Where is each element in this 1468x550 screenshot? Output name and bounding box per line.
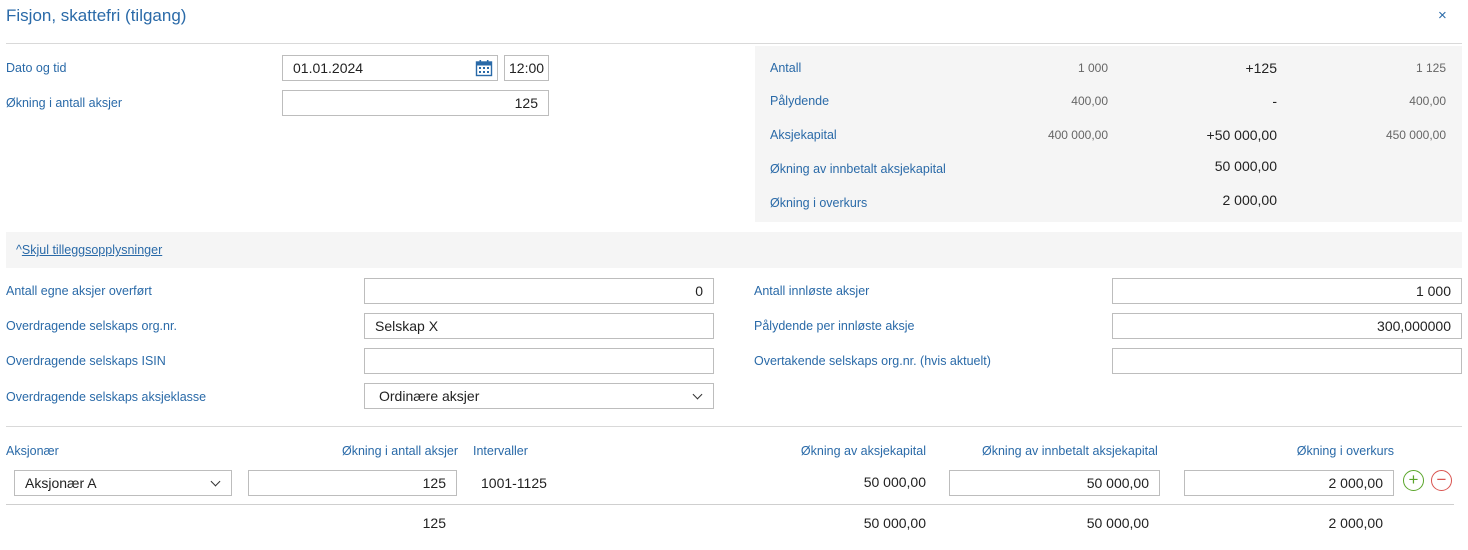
add-row-icon[interactable]: + (1403, 470, 1424, 491)
totals-divider (6, 504, 1454, 505)
summary-panel: Antall 1 000 +125 1 125 Pålydende 400,00… (755, 46, 1462, 222)
header-divider (6, 43, 1462, 44)
own-shares-label: Antall egne aksjer overført (6, 284, 152, 298)
total-increase-paid-capital: 50 000,00 (1086, 515, 1149, 531)
section-divider (6, 426, 1462, 427)
summary-label-premium: Økning i overkurs (770, 196, 868, 210)
toggle-label: Skjul tilleggsopplysninger (21, 243, 163, 257)
org-nr-input[interactable]: Selskap X (364, 313, 714, 339)
redeemed-label: Antall innløste aksjer (754, 284, 870, 298)
date-value: 01.01.2024 (293, 60, 364, 76)
isin-label: Overdragende selskaps ISIN (6, 354, 166, 368)
col-header-increase-paid-capital: Økning av innbetalt aksjekapital (982, 444, 1158, 458)
summary-after-palydende: 400,00 (1409, 94, 1446, 108)
col-header-shareholder: Aksjonær (6, 444, 59, 458)
col-header-increase-premium: Økning i overkurs (1296, 444, 1394, 458)
total-increase-premium: 2 000,00 (1328, 515, 1384, 531)
row-increase-paid-capital-input[interactable]: 50 000,00 (949, 470, 1160, 496)
acquiring-org-label: Overtakende selskaps org.nr. (hvis aktue… (754, 354, 991, 368)
summary-label-aksjekapital: Aksjekapital (770, 128, 837, 142)
dialog-title: Fisjon, skattefri (tilgang) (6, 6, 187, 25)
acquiring-org-input[interactable] (1112, 348, 1462, 374)
time-input[interactable]: 12:00 (504, 55, 549, 81)
row-increase-premium-input[interactable]: 2 000,00 (1184, 470, 1394, 496)
summary-after-antall: 1 125 (1415, 61, 1446, 75)
close-icon[interactable]: × (1438, 7, 1447, 24)
par-redeemed-input[interactable]: 300,000000 (1112, 313, 1462, 339)
remove-row-icon[interactable]: − (1431, 470, 1452, 491)
col-header-increase-capital: Økning av aksjekapital (800, 444, 926, 458)
summary-label-palydende: Pålydende (770, 94, 830, 108)
summary-before-aksjekapital: 400 000,00 (1047, 128, 1108, 142)
redeemed-input[interactable]: 1 000 (1112, 278, 1462, 304)
increase-shares-label: Økning i antall aksjer (6, 96, 123, 110)
summary-change-aksjekapital: +50 000,00 (1206, 127, 1277, 143)
row-increase-shares-input[interactable]: 125 (248, 470, 457, 496)
calendar-icon[interactable] (475, 59, 493, 77)
own-shares-input[interactable]: 0 (364, 278, 714, 304)
summary-after-aksjekapital: 450 000,00 (1385, 128, 1446, 142)
chevron-down-icon (210, 476, 221, 487)
share-class-value: Ordinære aksjer (379, 388, 480, 404)
chevron-down-icon (692, 389, 703, 400)
isin-input[interactable] (364, 348, 714, 374)
hide-additional-info-link[interactable]: ^Skjul tilleggsopplysninger (16, 243, 162, 257)
par-redeemed-label: Pålydende per innløste aksje (754, 319, 915, 333)
col-header-intervals: Intervaller (473, 444, 528, 458)
summary-change-antall: +125 (1245, 60, 1277, 76)
share-class-select[interactable]: Ordinære aksjer (364, 383, 714, 409)
summary-change-premium: 2 000,00 (1222, 192, 1278, 208)
summary-before-antall: 1 000 (1077, 61, 1108, 75)
total-increase-capital: 50 000,00 (863, 515, 926, 531)
share-class-label: Overdragende selskaps aksjeklasse (6, 390, 207, 404)
summary-change-palydende: - (1272, 93, 1277, 109)
date-label: Dato og tid (6, 61, 67, 75)
total-increase-shares: 125 (422, 515, 446, 531)
summary-change-paid-capital: 50 000,00 (1214, 158, 1277, 174)
row-increase-capital: 50 000,00 (863, 474, 926, 490)
org-nr-label: Overdragende selskaps org.nr. (6, 319, 177, 333)
summary-label-antall: Antall (770, 61, 802, 75)
col-header-increase-shares: Økning i antall aksjer (341, 444, 458, 458)
date-input[interactable]: 01.01.2024 (282, 55, 498, 81)
increase-shares-input[interactable]: 125 (282, 90, 549, 116)
shareholder-select[interactable]: Aksjonær A (14, 470, 232, 496)
summary-label-paid-capital: Økning av innbetalt aksjekapital (770, 162, 946, 176)
shareholder-value: Aksjonær A (25, 475, 97, 491)
summary-before-palydende: 400,00 (1071, 94, 1108, 108)
additional-info-bar: ^Skjul tilleggsopplysninger (6, 232, 1462, 268)
row-intervals: 1001-1125 (481, 475, 547, 491)
